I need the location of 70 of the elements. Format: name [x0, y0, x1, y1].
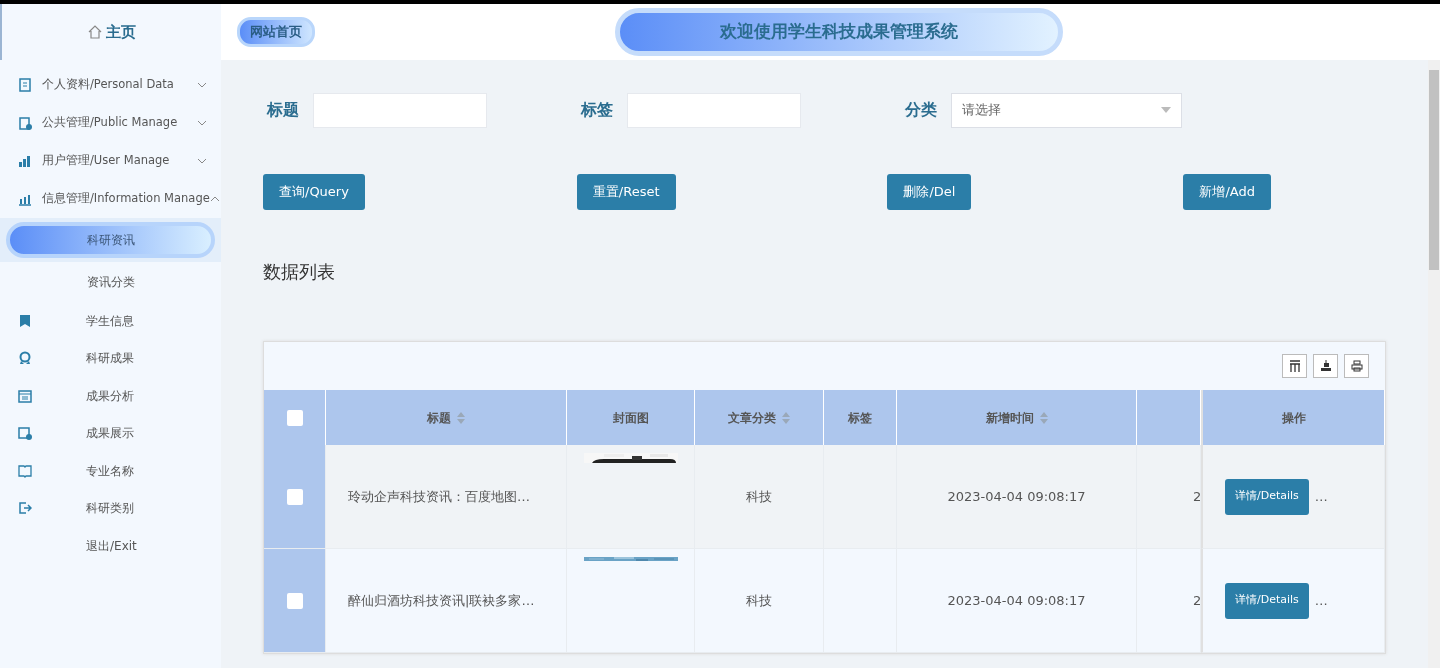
print-icon	[1349, 359, 1364, 373]
menu-item[interactable]: 退出/Exit	[0, 527, 221, 565]
menu-item[interactable]: 专业名称	[0, 452, 221, 490]
table-cell: 玲动企声科技资讯：百度地图…	[326, 445, 567, 549]
action-button[interactable]: 新增/Add	[1183, 174, 1271, 210]
table-cell: 2023-04-04 09:08:17	[897, 445, 1137, 549]
submenu-item[interactable]: 资讯分类	[0, 262, 221, 302]
select-field[interactable]: 请选择	[951, 92, 1182, 128]
sort-icon	[457, 411, 465, 424]
input-field[interactable]	[313, 92, 487, 128]
field-label: 标签	[579, 99, 613, 121]
bookmark-icon	[18, 313, 32, 328]
column-header: 文章分类	[728, 409, 776, 427]
action-button[interactable]: 重置/Reset	[576, 174, 676, 210]
action-button[interactable]: 删除/Del	[887, 174, 972, 210]
page-title: 欢迎使用学生科技成果管理系统	[615, 8, 1063, 56]
input-field[interactable]	[627, 92, 801, 128]
award-icon	[18, 351, 32, 366]
field-label: 标题	[265, 99, 299, 121]
table-cell: 2023-04-04 09:08:17	[897, 549, 1137, 653]
more-link[interactable]: …	[1314, 486, 1328, 507]
action-button[interactable]: 查询/Query	[263, 174, 365, 210]
clipboard-icon	[18, 116, 32, 130]
table-cell: 醉仙归酒坊科技资讯|联袂多家…	[326, 549, 567, 653]
column-header: 封面图	[612, 409, 649, 427]
caret-icon	[1161, 107, 1171, 113]
section-title: 数据列表	[263, 260, 336, 284]
menu-item[interactable]: 学生信息	[0, 302, 221, 340]
details-button[interactable]: 详情/Details	[1225, 582, 1309, 619]
scrollbar[interactable]	[1428, 60, 1440, 668]
table-cell: 2	[1137, 549, 1201, 653]
menu-group[interactable]: 个人资料/Personal Data	[0, 66, 221, 104]
menu-group[interactable]: 用户管理/User Manage	[0, 142, 221, 180]
menu-item[interactable]: 科研成果	[0, 339, 221, 377]
checkbox[interactable]	[286, 592, 303, 609]
chart-icon	[18, 192, 32, 206]
home-link[interactable]: 网站首页	[237, 17, 315, 47]
checkbox[interactable]	[286, 409, 303, 426]
menu-group[interactable]: 公共管理/Public Manage	[0, 104, 221, 142]
menu-item[interactable]: 成果展示	[0, 414, 221, 452]
sort-icon	[1039, 411, 1048, 424]
sort-icon	[782, 411, 790, 424]
details-button[interactable]: 详情/Details	[1225, 478, 1309, 515]
table-cell: 科技	[695, 549, 824, 653]
menu-group[interactable]: 信息管理/Information Manage	[0, 180, 221, 218]
column-header: 操作	[1281, 409, 1306, 427]
columns-button[interactable]	[1282, 354, 1307, 378]
book-icon	[18, 463, 32, 478]
export-button[interactable]	[1313, 354, 1338, 378]
checkbox[interactable]	[286, 488, 303, 505]
column-header: 新增时间	[985, 409, 1034, 427]
home-link[interactable]: 主页	[105, 20, 136, 44]
menu-item[interactable]: 科研类别	[0, 489, 221, 527]
table-cell: 2	[1137, 445, 1201, 549]
columns-icon	[1287, 359, 1302, 373]
home-icon	[87, 25, 102, 39]
field-label: 分类	[904, 99, 937, 121]
export-icon	[1318, 359, 1333, 373]
more-link[interactable]: …	[1314, 590, 1328, 611]
submenu-item[interactable]: 科研资讯	[6, 222, 215, 258]
bar-chart-icon	[18, 154, 32, 168]
column-header: 标题	[427, 409, 451, 427]
table-cell: 科技	[695, 445, 824, 549]
exit-icon	[18, 501, 32, 516]
print-button[interactable]	[1344, 354, 1369, 378]
column-header: 标签	[848, 409, 872, 427]
calendar-icon	[18, 388, 32, 403]
document-icon	[18, 78, 32, 92]
calendar-check-icon	[18, 426, 32, 441]
menu-item[interactable]: 成果分析	[0, 377, 221, 415]
